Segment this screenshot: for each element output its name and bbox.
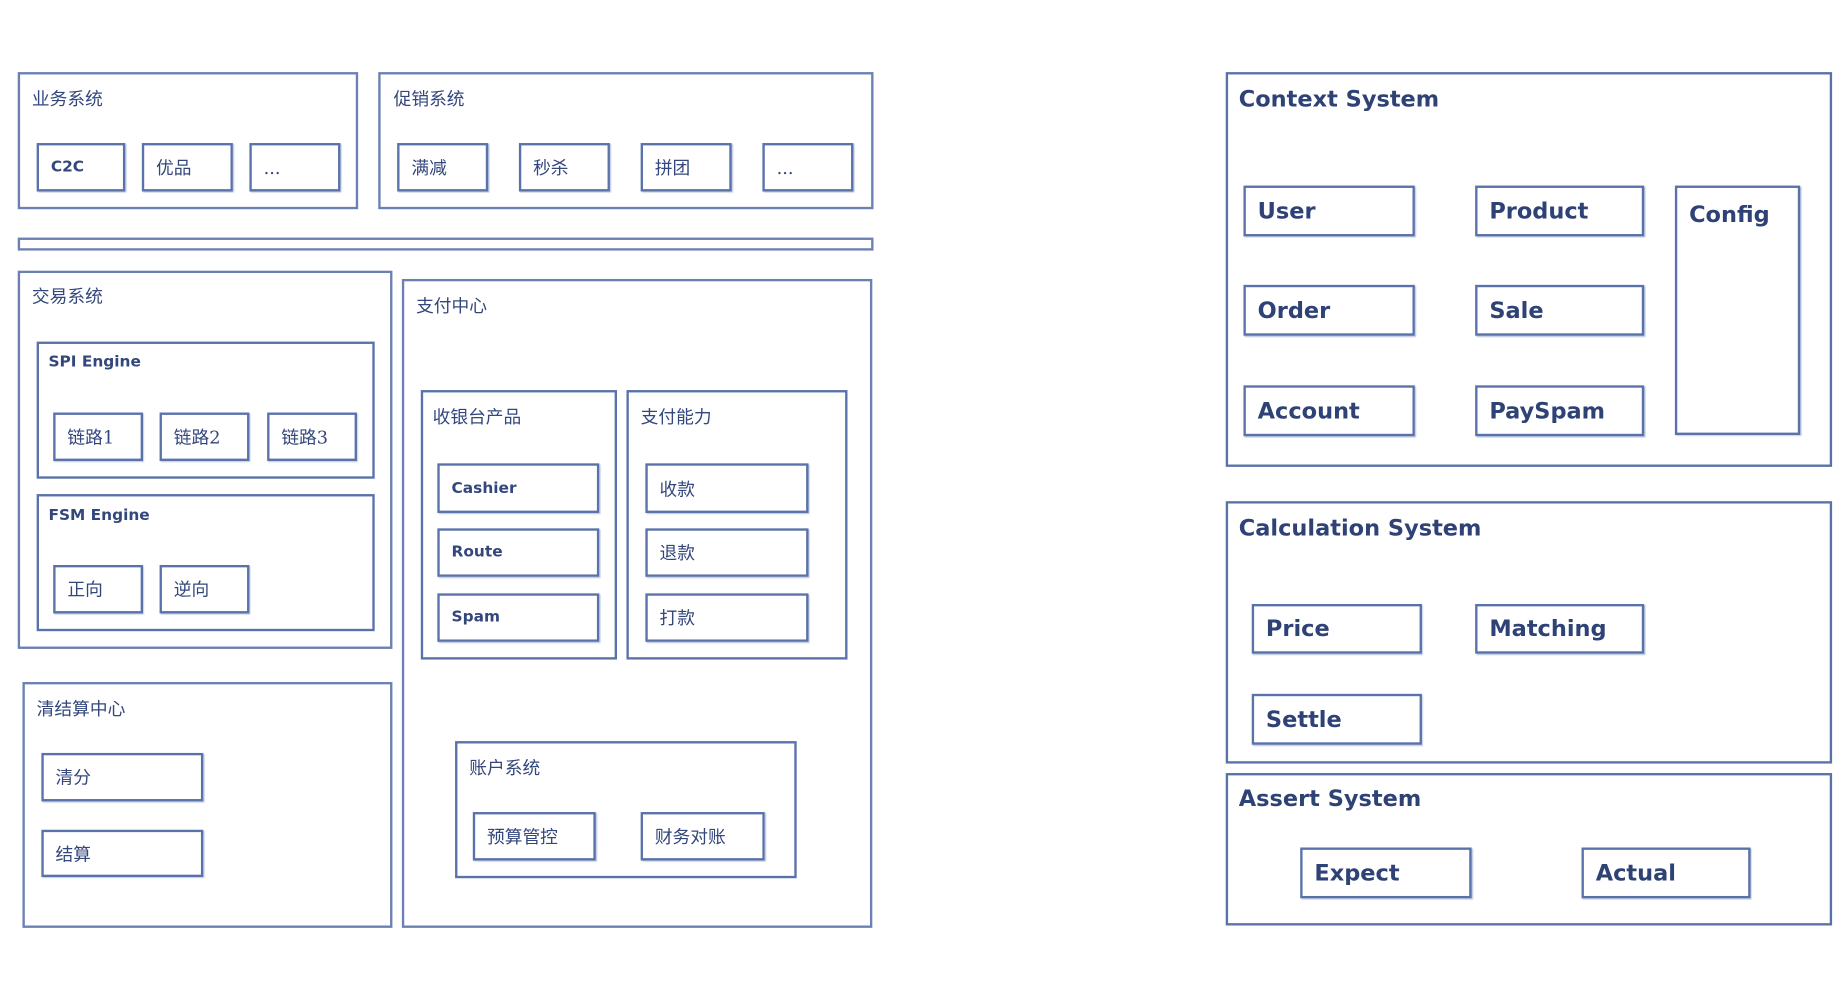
- cashier-item: Spam: [437, 593, 600, 642]
- fsm-item: 逆向: [159, 564, 250, 614]
- architecture-diagram: 业务系统 C2C 优品 ... 促销系统 满减 秒杀 拼团 ... 交易系统 S…: [0, 0, 1844, 1002]
- context-item: Product: [1475, 185, 1645, 237]
- spi-item: 链路3: [267, 412, 357, 461]
- business-item: ...: [249, 143, 341, 192]
- calculation-item: Settle: [1251, 693, 1422, 745]
- context-item: Sale: [1475, 284, 1645, 336]
- cashier-item: Cashier: [437, 463, 600, 513]
- clearing-item: 结算: [41, 829, 204, 878]
- separator-bar: [17, 237, 874, 251]
- promotion-system-title: 促销系统: [393, 88, 465, 110]
- promotion-item: ...: [762, 143, 854, 192]
- cashier-product-title: 收银台产品: [432, 406, 522, 428]
- payment-center-title: 支付中心: [416, 295, 488, 317]
- assert-system-title: Assert System: [1238, 786, 1422, 813]
- cashier-item: Route: [437, 528, 600, 577]
- ability-item: 打款: [645, 593, 809, 642]
- fsm-item: 正向: [53, 564, 144, 614]
- payment-ability-title: 支付能力: [640, 406, 712, 428]
- calculation-item: Price: [1251, 604, 1422, 654]
- calculation-item: Matching: [1475, 604, 1645, 654]
- business-item: C2C: [36, 143, 126, 192]
- clearing-item: 清分: [41, 752, 204, 802]
- context-system-title: Context System: [1238, 86, 1440, 113]
- spi-engine-title: SPI Engine: [48, 353, 141, 372]
- assert-item: Actual: [1581, 847, 1751, 899]
- promotion-item: 秒杀: [518, 143, 610, 192]
- context-item: Config: [1674, 185, 1801, 435]
- context-item: Account: [1243, 385, 1415, 437]
- ability-item: 退款: [645, 528, 809, 577]
- trade-system-title: 交易系统: [31, 286, 103, 308]
- business-system-title: 业务系统: [31, 88, 103, 110]
- spi-item: 链路2: [159, 412, 250, 461]
- account-system-title: 账户系统: [469, 757, 541, 779]
- promotion-item: 拼团: [640, 143, 732, 192]
- business-item: 优品: [141, 143, 233, 192]
- ability-item: 收款: [645, 463, 809, 513]
- calculation-system-title: Calculation System: [1238, 515, 1482, 542]
- account-item: 预算管控: [472, 812, 596, 861]
- assert-item: Expect: [1300, 847, 1472, 899]
- account-item: 财务对账: [640, 812, 765, 861]
- clearing-center-title: 清结算中心: [36, 698, 126, 720]
- context-item: Order: [1243, 284, 1415, 336]
- spi-item: 链路1: [53, 412, 144, 461]
- fsm-engine-title: FSM Engine: [48, 507, 150, 525]
- context-item: PaySpam: [1475, 385, 1645, 437]
- context-item: User: [1243, 185, 1415, 237]
- promotion-item: 满减: [397, 143, 489, 192]
